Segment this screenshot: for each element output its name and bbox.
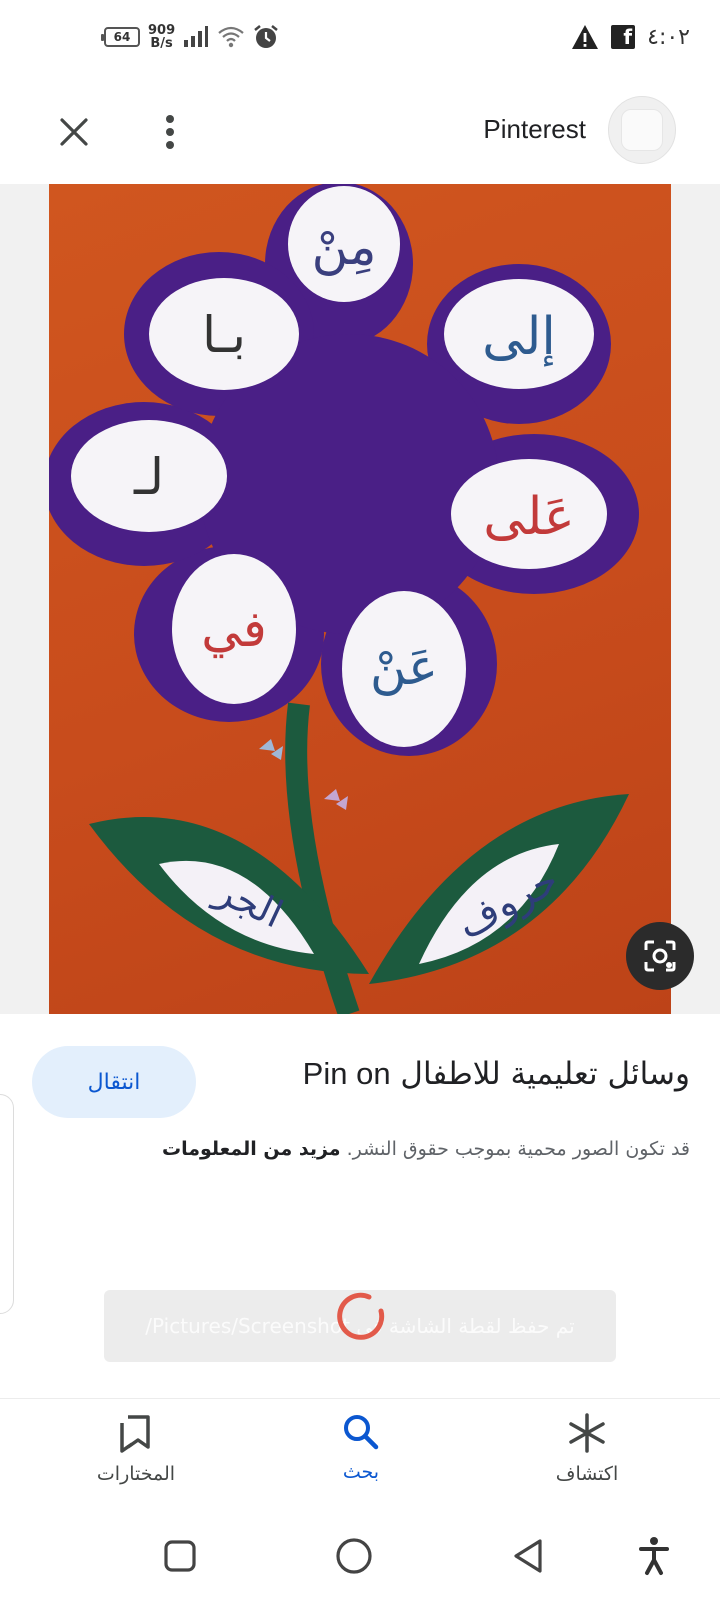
home-button[interactable] — [330, 1532, 378, 1580]
lens-button[interactable] — [626, 922, 694, 990]
petal-word-bi: بـا — [202, 306, 246, 364]
nav-saved-label: المختارات — [96, 1463, 176, 1485]
net-speed: 909 B/s — [148, 24, 175, 50]
source-name[interactable]: Pinterest — [483, 114, 586, 145]
petal-word-ala: عَلى — [483, 487, 575, 547]
accessibility-button[interactable] — [630, 1532, 678, 1580]
accessibility-icon — [639, 1537, 669, 1575]
copyright-notice: قد تكون الصور محمية بموجب حقوق النشر. مز… — [162, 1138, 690, 1160]
system-navigation — [0, 1520, 720, 1600]
more-info-link[interactable]: مزيد من المعلومات — [162, 1138, 341, 1160]
copyright-text: قد تكون الصور محمية بموجب حقوق النشر. — [346, 1138, 690, 1160]
avatar-placeholder — [621, 109, 663, 151]
more-options-button[interactable] — [146, 108, 194, 156]
warning-icon — [572, 25, 599, 49]
source-avatar[interactable] — [608, 96, 676, 164]
pin-title-ar: وسائل تعليمية للاطفال — [400, 1056, 690, 1092]
flower-illustration: مِنْ إلى عَلى عَنْ في لـ بـا حروف الجر — [49, 184, 639, 1014]
petal-word-ila: إلى — [482, 307, 556, 367]
close-button[interactable] — [50, 108, 98, 156]
recents-button[interactable] — [156, 1532, 204, 1580]
asterisk-icon — [569, 1413, 605, 1453]
pin-title: وسائل تعليمية للاطفال Pin on — [303, 1056, 690, 1092]
pin-title-en: Pin on — [302, 1056, 391, 1091]
status-left: 64 909 B/s — [101, 24, 279, 50]
signal-icon — [184, 26, 209, 47]
status-right: f ٤:٠٢ — [571, 24, 690, 50]
net-speed-unit: B/s — [150, 36, 173, 51]
image-viewer: مِنْ إلى عَلى عَنْ في لـ بـا حروف الجر — [0, 184, 720, 1014]
status-bar: 64 909 B/s f ٤:٠٢ — [0, 0, 720, 80]
more-vert-icon — [166, 115, 174, 149]
lens-icon — [644, 940, 676, 972]
petal-word-min: مِنْ — [312, 218, 377, 276]
top-bar: Pinterest — [0, 88, 720, 176]
petal-word-fi: في — [201, 600, 267, 658]
search-icon — [344, 1415, 379, 1450]
wifi-icon — [218, 26, 244, 48]
back-icon — [514, 1539, 542, 1573]
nav-search-label: بحث — [342, 1461, 380, 1483]
loading-spinner — [337, 1292, 385, 1340]
home-icon — [336, 1538, 372, 1574]
petal-word-li: لـ — [133, 448, 164, 506]
main-image[interactable]: مِنْ إلى عَلى عَنْ في لـ بـا حروف الجر — [49, 184, 671, 1014]
close-icon — [60, 118, 88, 146]
nav-saved[interactable]: المختارات — [56, 1413, 216, 1485]
visit-button[interactable]: انتقال — [32, 1046, 196, 1118]
petal-word-an: عَنْ — [370, 638, 438, 696]
side-sheet-handle[interactable] — [0, 1094, 14, 1314]
collections-icon — [120, 1415, 150, 1453]
back-button[interactable] — [504, 1532, 552, 1580]
nav-discover-label: اكتشاف — [555, 1463, 619, 1485]
nav-discover[interactable]: اكتشاف — [507, 1413, 667, 1485]
battery-level: 64 — [113, 30, 131, 44]
clock: ٤:٠٢ — [647, 24, 690, 50]
battery-icon: 64 — [101, 27, 140, 47]
nav-search[interactable]: بحث — [281, 1413, 441, 1483]
bottom-nav: المختارات بحث اكتشاف — [0, 1398, 720, 1510]
recents-icon — [164, 1540, 196, 1572]
facebook-icon: f — [611, 25, 636, 49]
alarm-icon — [254, 25, 278, 48]
